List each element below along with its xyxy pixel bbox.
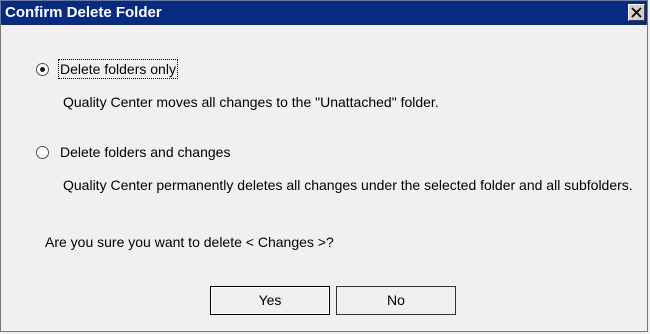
dialog-title: Confirm Delete Folder — [5, 4, 162, 21]
option-label-delete-folders-and-changes[interactable]: Delete folders and changes — [59, 143, 231, 161]
radio-delete-folders-only[interactable] — [36, 62, 49, 76]
no-button[interactable]: No — [336, 286, 456, 315]
option-delete-folders-and-changes[interactable]: Delete folders and changes — [36, 142, 231, 162]
confirmation-question: Are you sure you want to delete < Change… — [45, 234, 334, 250]
radio-delete-folders-and-changes[interactable] — [36, 145, 49, 159]
yes-button[interactable]: Yes — [210, 286, 330, 315]
option-delete-folders-only[interactable]: Delete folders only — [36, 59, 178, 79]
close-icon — [631, 7, 642, 18]
close-button[interactable] — [628, 4, 645, 21]
option-description-delete-folders-only: Quality Center moves all changes to the … — [63, 94, 439, 110]
option-label-delete-folders-only[interactable]: Delete folders only — [58, 59, 178, 79]
option-description-delete-folders-and-changes: Quality Center permanently deletes all c… — [63, 177, 633, 193]
confirm-delete-folder-dialog: Confirm Delete Folder Delete folders onl… — [0, 0, 648, 332]
title-bar[interactable]: Confirm Delete Folder — [1, 1, 647, 25]
